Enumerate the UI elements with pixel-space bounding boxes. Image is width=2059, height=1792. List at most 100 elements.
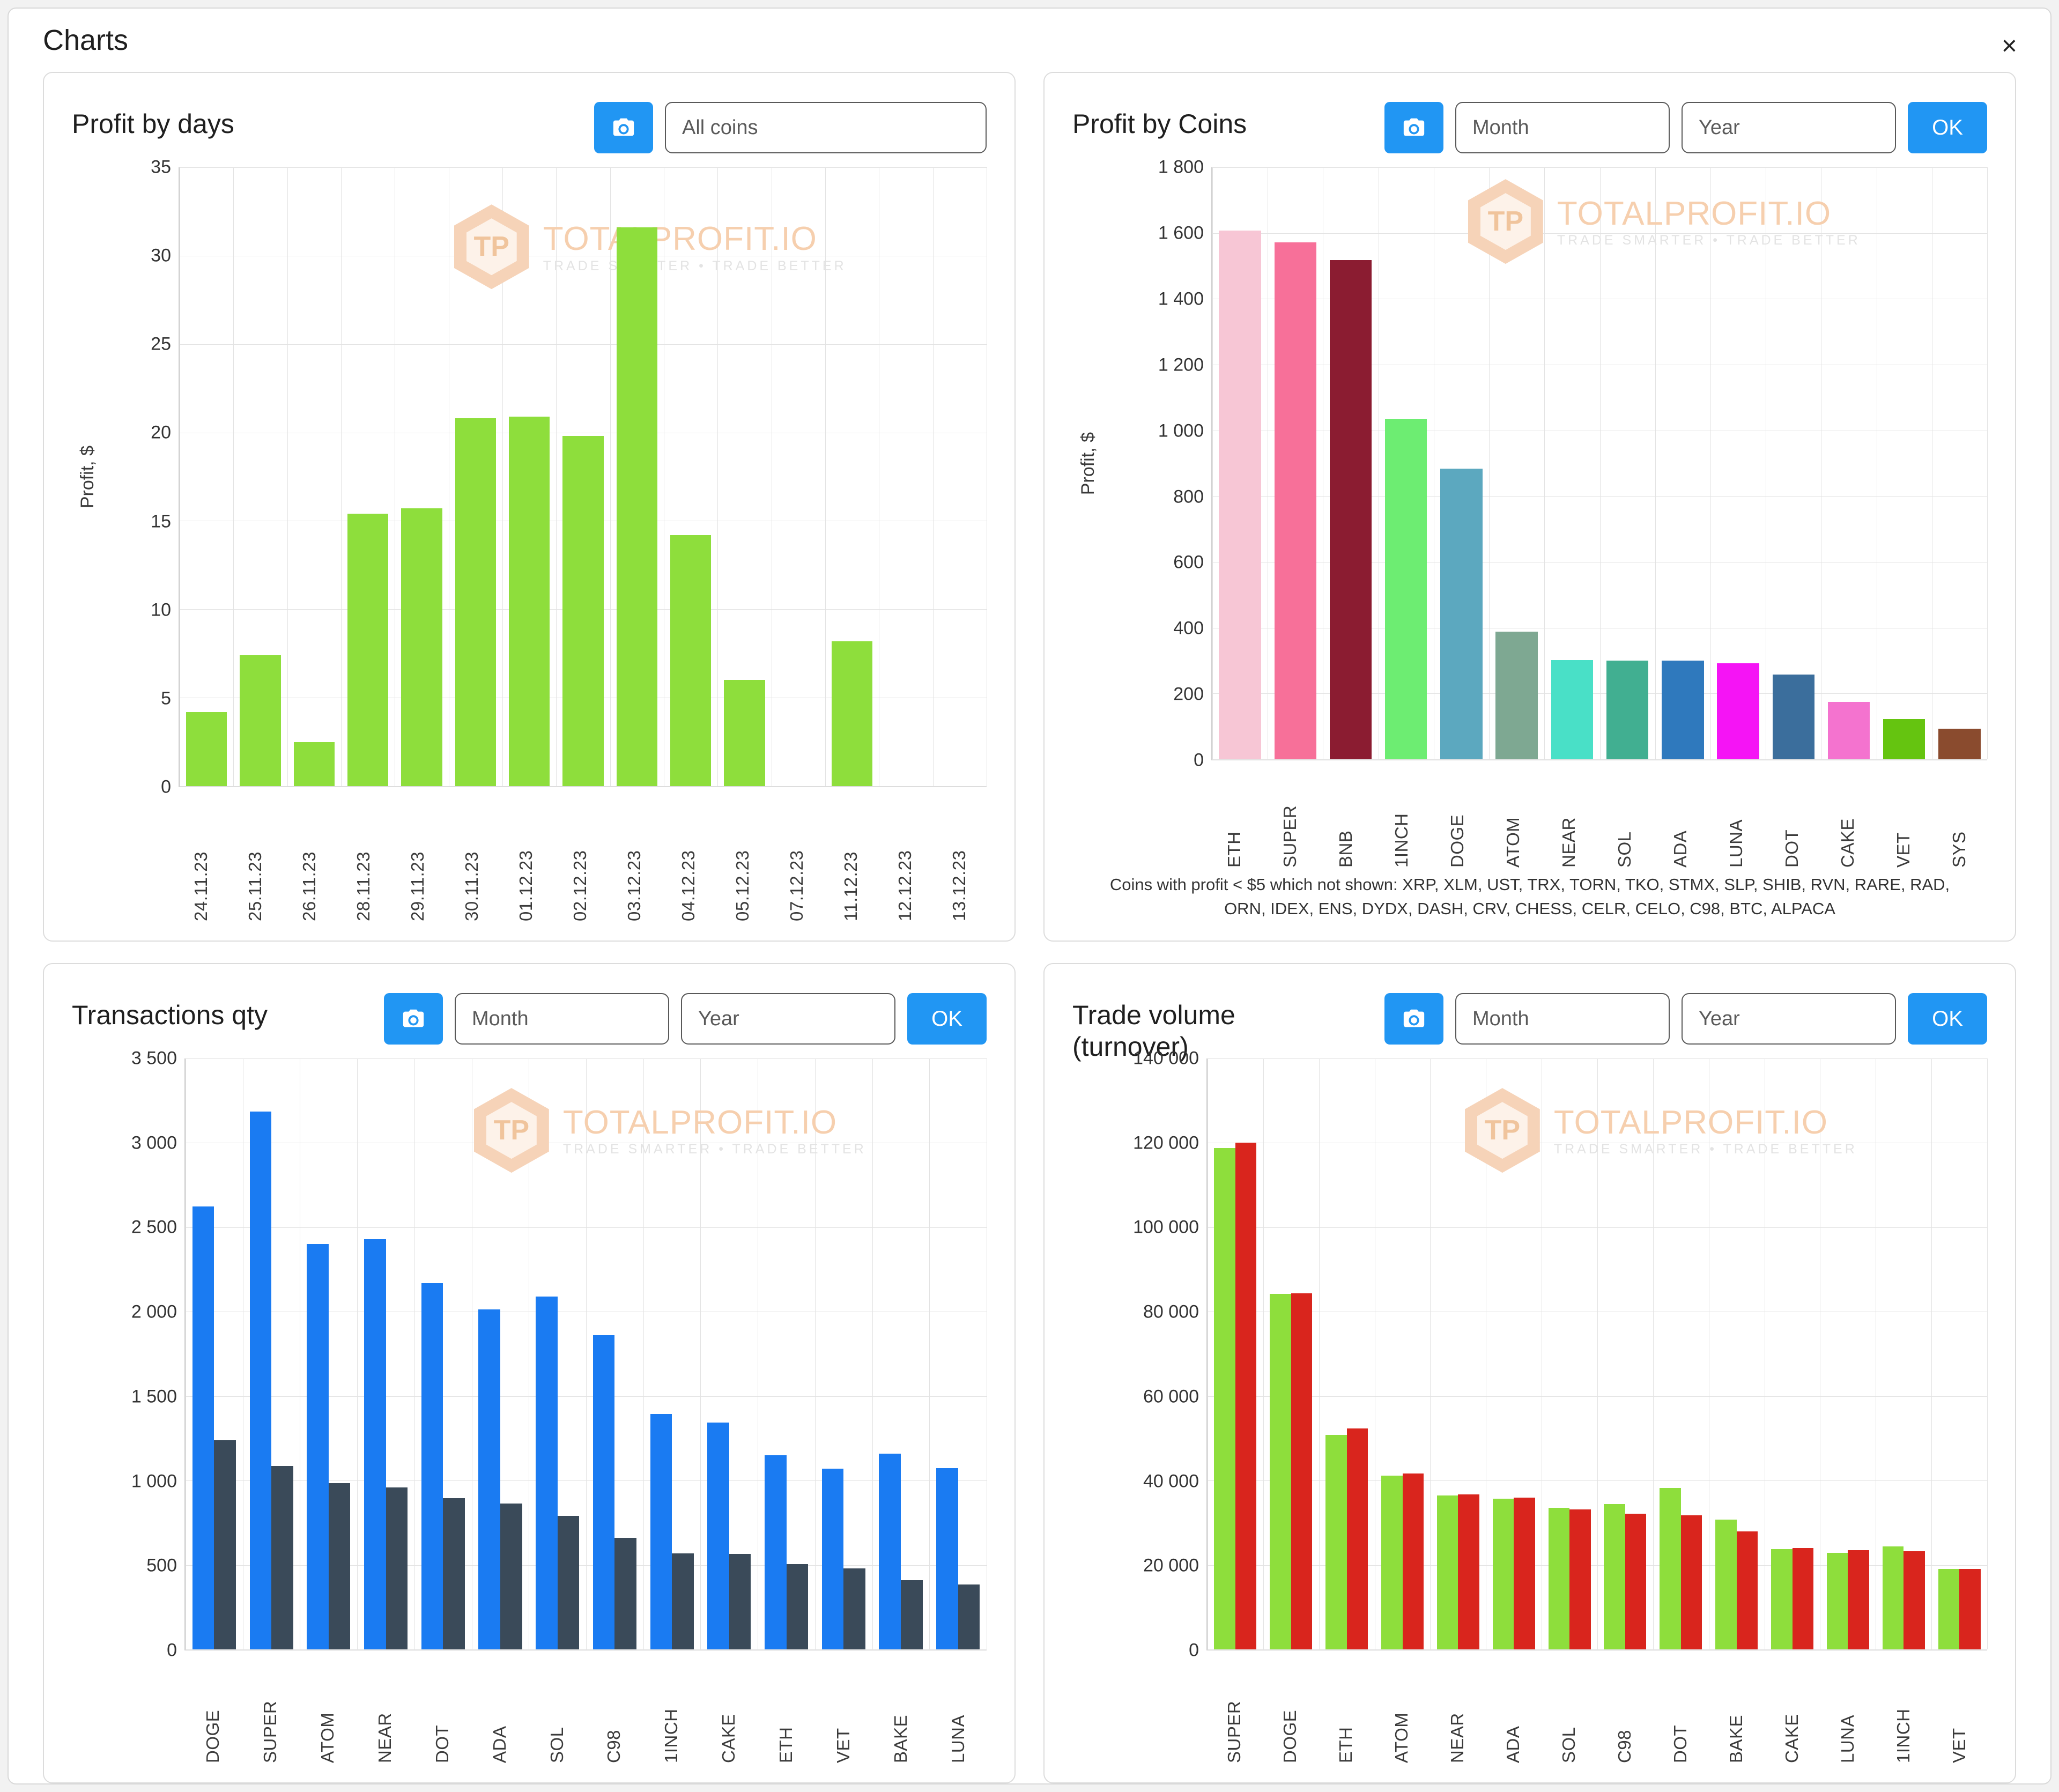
month-input[interactable]: Month xyxy=(455,993,669,1045)
bar-group xyxy=(529,1058,586,1649)
bar xyxy=(1606,660,1649,760)
bar xyxy=(1346,1428,1368,1649)
x-tick-label: 02.12.23 xyxy=(569,850,590,921)
bar xyxy=(1938,1568,1960,1649)
y-tick-label: 15 xyxy=(151,511,171,532)
x-tick: 1INCH xyxy=(1374,760,1430,868)
bar xyxy=(1882,1546,1904,1649)
bar-group xyxy=(1430,1058,1486,1649)
plot-area-wrapper: 0 500 1 000 1 500 2 000 2 500 3 000 3 500 TP TO… xyxy=(72,1048,987,1661)
bar-group xyxy=(414,1058,472,1649)
month-input[interactable]: Month xyxy=(1455,102,1670,153)
bar-group xyxy=(1542,1058,1597,1649)
bar-series xyxy=(180,167,987,786)
x-tick-label: LUNA xyxy=(1838,1714,1857,1763)
y-axis-ticks: 0 200 400 600 800 1 000 1 200 1 400 1 600 1 800 xyxy=(1099,157,1211,771)
y-tick-label: 5 xyxy=(161,688,171,709)
y-axis-ticks: 0 500 1 000 1 500 2 000 2 500 3 000 3 500 xyxy=(72,1048,184,1661)
x-tick-label: C98 xyxy=(604,1729,624,1763)
bar xyxy=(249,1112,272,1649)
card-title: Trade volume (turnover) xyxy=(1072,1000,1235,1062)
x-tick-label: DOT xyxy=(432,1724,452,1763)
bar-group xyxy=(243,1058,300,1649)
bar xyxy=(1214,1147,1235,1649)
bar-group xyxy=(1821,167,1876,760)
y-tick-label: 1 800 xyxy=(1158,157,1204,177)
coin-filter-input[interactable]: All coins xyxy=(665,102,987,153)
year-input[interactable]: Year xyxy=(1682,102,1896,153)
x-axis-ticks: DOGE SUPER ATOM NEAR DOT ADA SOL C98 1INCH CAKE ET… xyxy=(184,1650,987,1763)
bar xyxy=(328,1483,351,1649)
bar-group xyxy=(502,167,556,786)
bar xyxy=(421,1283,443,1649)
bar xyxy=(765,1455,787,1649)
x-tick: BNB xyxy=(1318,760,1374,868)
card-header: Profit by days All coins xyxy=(72,97,987,167)
bar-group xyxy=(825,167,879,786)
bar xyxy=(478,1309,500,1649)
x-tick-label: SOL xyxy=(1614,831,1634,868)
month-input[interactable]: Month xyxy=(1455,993,1670,1045)
close-icon[interactable]: × xyxy=(2002,32,2017,59)
bar xyxy=(1771,1549,1793,1649)
year-input[interactable]: Year xyxy=(1682,993,1896,1045)
x-tick-label: 07.12.23 xyxy=(787,850,807,921)
x-tick-label: DOGE xyxy=(203,1709,223,1763)
x-tick: 25.11.23 xyxy=(228,787,282,921)
x-tick-label: 1INCH xyxy=(1391,813,1411,868)
x-tick-label: VET xyxy=(833,1728,853,1763)
bar xyxy=(672,1553,694,1649)
camera-icon-button[interactable] xyxy=(1384,102,1443,153)
x-tick: SOL xyxy=(1597,760,1653,868)
bar xyxy=(1329,260,1372,760)
y-tick-label: 60 000 xyxy=(1143,1386,1199,1407)
x-tick: 1INCH xyxy=(643,1650,700,1763)
bar-group xyxy=(449,167,502,786)
x-tick: ADA xyxy=(1485,1650,1541,1763)
bar xyxy=(1904,1551,1925,1649)
y-tick-label: 20 000 xyxy=(1143,1555,1199,1576)
y-tick-label: 1 000 xyxy=(131,1471,177,1492)
bar xyxy=(1551,660,1594,760)
y-tick-label: 1 000 xyxy=(1158,420,1204,441)
bar xyxy=(562,436,604,786)
x-tick: DOT xyxy=(1653,1650,1708,1763)
x-axis-row: DOGE SUPER ATOM NEAR DOT ADA SOL C98 1INCH CAKE ET… xyxy=(72,1650,987,1763)
bar-group xyxy=(1379,167,1434,760)
x-tick-label: CAKE xyxy=(719,1714,739,1763)
bar xyxy=(1604,1504,1625,1649)
bar-group xyxy=(1932,167,1987,760)
camera-icon-button[interactable] xyxy=(594,102,653,153)
x-tick-label: LUNA xyxy=(1726,819,1746,868)
bar-group xyxy=(1655,167,1710,760)
year-input[interactable]: Year xyxy=(681,993,895,1045)
bar xyxy=(821,1469,844,1649)
y-tick-label: 30 xyxy=(151,245,171,266)
bar-group xyxy=(772,167,825,786)
bar xyxy=(650,1413,672,1649)
ok-button[interactable]: OK xyxy=(1908,102,1987,153)
y-tick-label: 20 xyxy=(151,422,171,443)
camera-icon-button[interactable] xyxy=(384,993,443,1045)
ok-button[interactable]: OK xyxy=(907,993,987,1045)
ok-button[interactable]: OK xyxy=(1908,993,1987,1045)
bar-group xyxy=(287,167,341,786)
x-tick-label: DOGE xyxy=(1447,814,1467,868)
bar-series xyxy=(1208,1058,1987,1649)
bar xyxy=(1325,1435,1347,1649)
x-tick-label: 12.12.23 xyxy=(895,850,915,921)
x-tick: ETH xyxy=(1318,1650,1374,1764)
x-tick: DOGE xyxy=(1262,1650,1318,1763)
x-tick-label: CAKE xyxy=(1838,818,1857,868)
bar-group xyxy=(357,1058,414,1649)
bar-group xyxy=(1323,167,1378,760)
x-tick: SUPER xyxy=(242,1650,299,1763)
card-header: Profit by Coins Month Year OK xyxy=(1072,97,1987,167)
bar xyxy=(386,1487,408,1649)
x-tick-label: DOT xyxy=(1782,829,1802,868)
bar xyxy=(307,1244,329,1649)
x-tick-label: VET xyxy=(1893,832,1913,868)
x-tick-label: 03.12.23 xyxy=(624,850,645,921)
camera-icon-button[interactable] xyxy=(1384,993,1443,1045)
y-tick-label: 600 xyxy=(1173,552,1204,573)
